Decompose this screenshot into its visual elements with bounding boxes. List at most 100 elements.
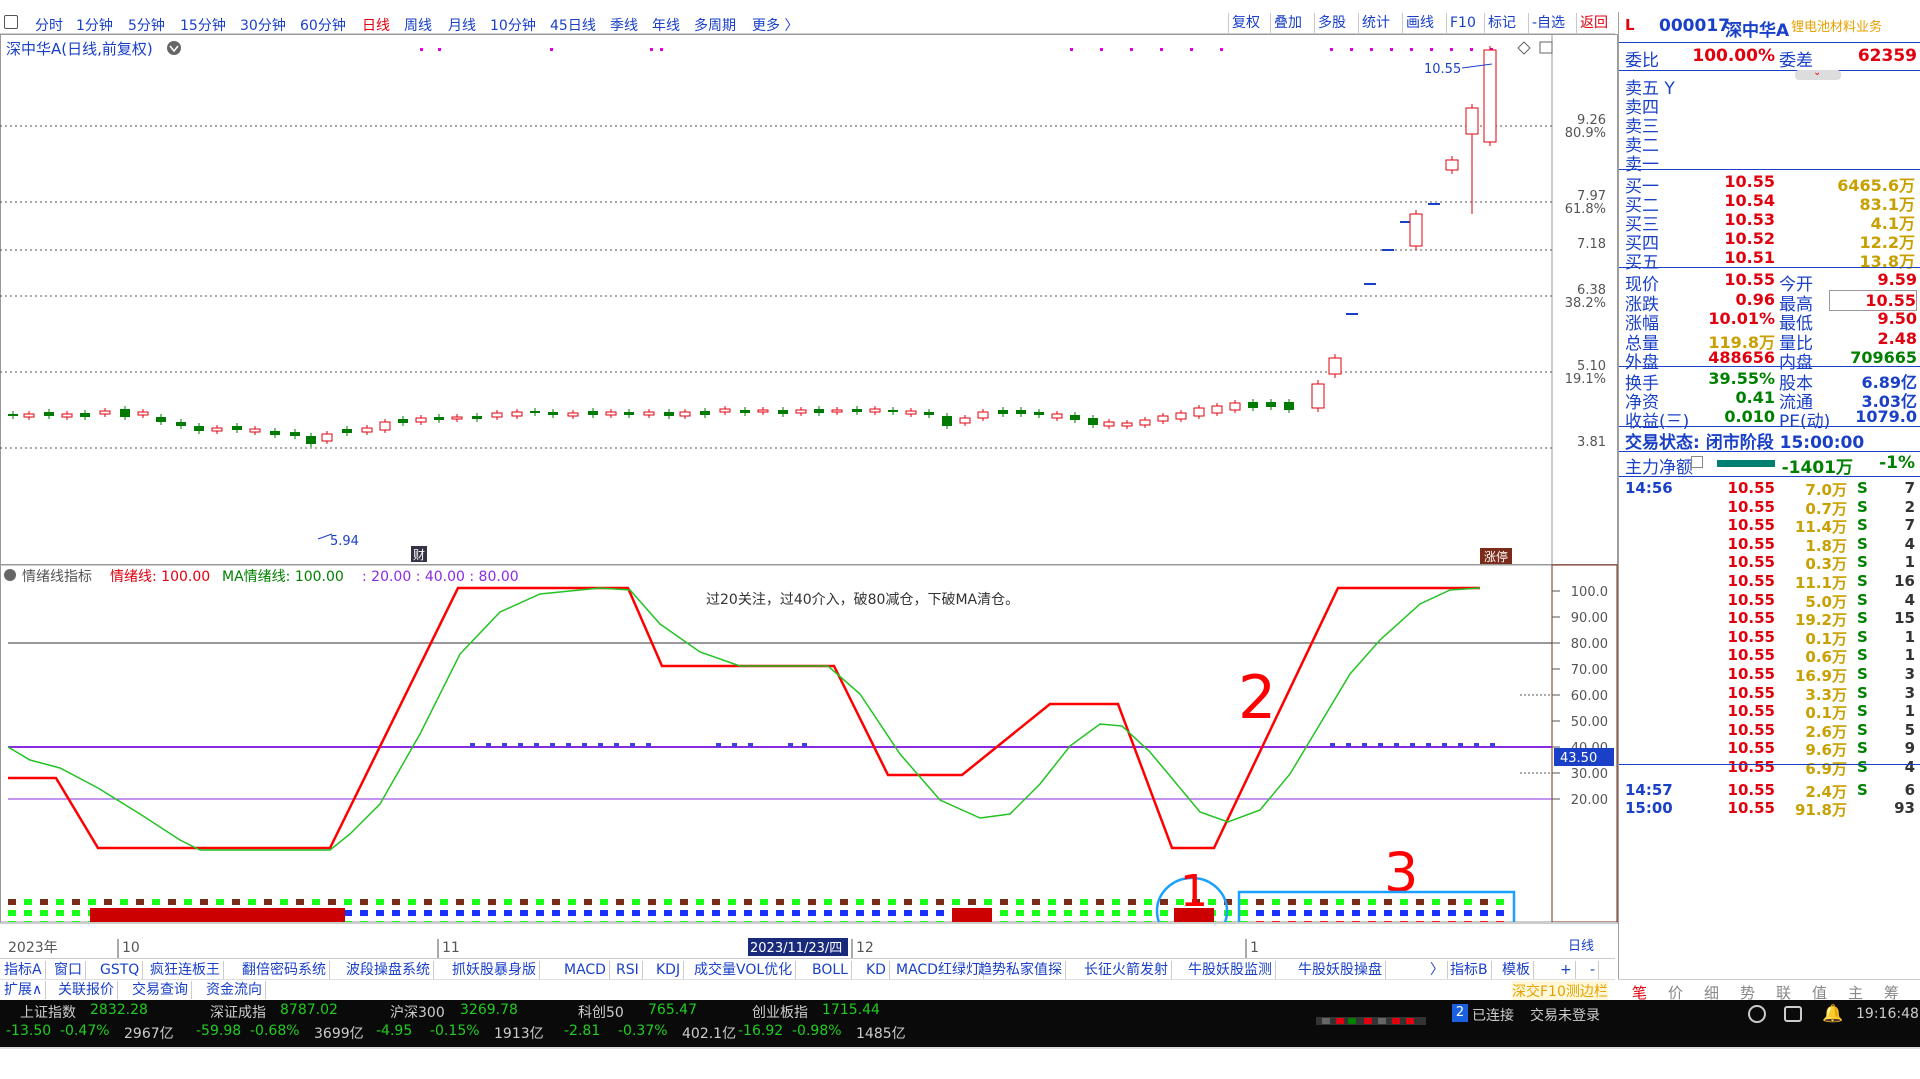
tick-count: 3: [1904, 683, 1915, 702]
tick-time: 14:57: [1625, 780, 1673, 799]
tool-back[interactable]: 返回: [1576, 13, 1608, 33]
stock-tag[interactable]: 锂电池材料业务: [1791, 16, 1882, 35]
indicator-tab-15[interactable]: 长征火箭发射: [1084, 961, 1172, 979]
indicator-tab-10[interactable]: 成交量VOL优化: [694, 961, 797, 979]
indicator-tab-16[interactable]: 牛股妖股监测: [1188, 961, 1276, 979]
tick-price: 10.55: [1727, 572, 1775, 590]
refresh-icon[interactable]: [1748, 1005, 1766, 1023]
index-name[interactable]: 沪深300: [390, 1002, 445, 1022]
signal-dot: [486, 743, 491, 747]
indicator-tab-5[interactable]: 波段操盘系统: [346, 961, 434, 979]
indicator-tab-18[interactable]: 〉: [1430, 961, 1448, 979]
tick-count: 2: [1904, 497, 1915, 516]
period-30min[interactable]: 30分钟: [240, 15, 286, 35]
signal-dot: [1370, 48, 1373, 51]
connection-status[interactable]: 已连接: [1472, 1005, 1514, 1025]
ind-tick-label: 70.00: [1571, 663, 1608, 678]
period-10min[interactable]: 10分钟: [490, 15, 536, 35]
period-more[interactable]: 更多 〉: [752, 15, 798, 35]
signal-dot: [566, 743, 571, 747]
ind-tick-label: 30.00: [1571, 767, 1608, 782]
indicator-tab-2[interactable]: GSTQ: [100, 961, 144, 979]
period-multi[interactable]: 多周期: [694, 15, 736, 35]
signal-square: [200, 899, 208, 905]
index-amount: 402.1亿: [682, 1026, 737, 1042]
tool-f10[interactable]: F10: [1446, 13, 1476, 33]
candle-down: [176, 422, 186, 426]
collapse-handle[interactable]: ⌄: [1795, 67, 1841, 80]
candle-up: [415, 417, 427, 423]
candle-down: [1034, 412, 1044, 415]
index-name[interactable]: 创业板指: [752, 1002, 808, 1022]
period-quarter[interactable]: 季线: [610, 15, 638, 35]
chart-area[interactable]: 9.2680.9%7.9761.8%7.186.3838.2%5.1019.1%…: [0, 34, 1618, 958]
signal-square: [792, 899, 800, 905]
signal-square: [296, 899, 304, 905]
tick-side: S: [1857, 739, 1868, 758]
candle-up: [679, 411, 691, 417]
indicator-tab-13[interactable]: MACD红绿灯: [896, 961, 984, 979]
trade-login-status[interactable]: 交易未登录: [1530, 1005, 1600, 1025]
indicator-tab-21[interactable]: +: [1560, 961, 1576, 979]
index-name[interactable]: 上证指数: [20, 1002, 76, 1022]
f10-sidebar-link[interactable]: 深交F10测边栏: [1512, 981, 1608, 1001]
signal-square: [920, 899, 928, 905]
annotation-label-1: 1: [1180, 866, 1208, 917]
tab-expand[interactable]: 扩展∧: [4, 981, 47, 999]
period-5min[interactable]: 5分钟: [128, 15, 165, 35]
index-name[interactable]: 深证成指: [210, 1002, 266, 1022]
period-45day[interactable]: 45日线: [550, 15, 596, 35]
period-1-min-chart[interactable]: 分时: [35, 15, 63, 35]
signal-square: [760, 899, 768, 905]
index-value: 2832.28: [90, 1002, 148, 1018]
signal-square: [1368, 899, 1376, 905]
signal-square: [1496, 910, 1504, 916]
indicator-tab-12[interactable]: KD: [866, 961, 890, 979]
signal-square: [728, 899, 736, 905]
tool-draw[interactable]: 画线: [1402, 13, 1434, 33]
indicator-tab-4[interactable]: 翻倍密码系统: [242, 961, 330, 979]
tick-price: 10.55: [1727, 516, 1775, 535]
period-daily[interactable]: 日线: [362, 15, 390, 35]
calendar-icon[interactable]: [1691, 456, 1703, 468]
message-icon[interactable]: [1784, 1006, 1802, 1022]
indicator-tab-11[interactable]: BOLL: [812, 961, 852, 979]
tool-multi-stock[interactable]: 多股: [1314, 13, 1346, 33]
signal-square: [1352, 899, 1360, 905]
indicator-tab-7[interactable]: MACD: [564, 961, 610, 979]
tab-related-quotes[interactable]: 关联报价: [58, 981, 118, 999]
signal-square: [504, 899, 512, 905]
signal-square: [904, 899, 912, 905]
indicator-tab-20[interactable]: 模板: [1502, 961, 1534, 979]
period-60min[interactable]: 60分钟: [300, 15, 346, 35]
indicator-tab-8[interactable]: RSI: [616, 961, 643, 979]
indicator-tab-6[interactable]: 抓妖股暴身版: [452, 961, 540, 979]
indicator-tab-3[interactable]: 疯狂连板王: [150, 961, 224, 979]
tool-stats[interactable]: 统计: [1358, 13, 1390, 33]
tab-trade-query[interactable]: 交易查询: [132, 981, 192, 999]
bell-icon[interactable]: 🔔: [1822, 1004, 1843, 1024]
period-15min[interactable]: 15分钟: [180, 15, 226, 35]
signal-dot: [1100, 48, 1103, 51]
indicator-tab-9[interactable]: KDJ: [656, 961, 685, 979]
period-weekly[interactable]: 周线: [404, 15, 432, 35]
period-year[interactable]: 年线: [652, 15, 680, 35]
indicator-tab-17[interactable]: 牛股妖股操盘: [1298, 961, 1386, 979]
indicator-tab-22[interactable]: -: [1590, 961, 1600, 979]
tool-overlay[interactable]: 叠加: [1270, 13, 1302, 33]
tab-fund-flow[interactable]: 资金流向: [206, 981, 266, 999]
index-name[interactable]: 科创50: [578, 1002, 624, 1022]
period-monthly[interactable]: 月线: [448, 15, 476, 35]
tool-mark[interactable]: 标记: [1484, 13, 1516, 33]
indicator-tab-14[interactable]: 趋势私家值探: [978, 961, 1066, 979]
menu-icon[interactable]: [4, 15, 18, 29]
indicator-tab-1[interactable]: 窗口: [54, 961, 86, 979]
candle-down: [306, 436, 316, 444]
indicator-tab-0[interactable]: 指标A: [4, 961, 46, 979]
period-1min[interactable]: 1分钟: [76, 15, 113, 35]
tool-add-fav[interactable]: -自选: [1528, 13, 1565, 33]
indicator-tab-19[interactable]: 指标B: [1450, 961, 1492, 979]
tick-side: S: [1857, 683, 1868, 702]
mini-chart-icon[interactable]: [1316, 1012, 1426, 1025]
tool-fuquan[interactable]: 复权: [1228, 13, 1260, 33]
